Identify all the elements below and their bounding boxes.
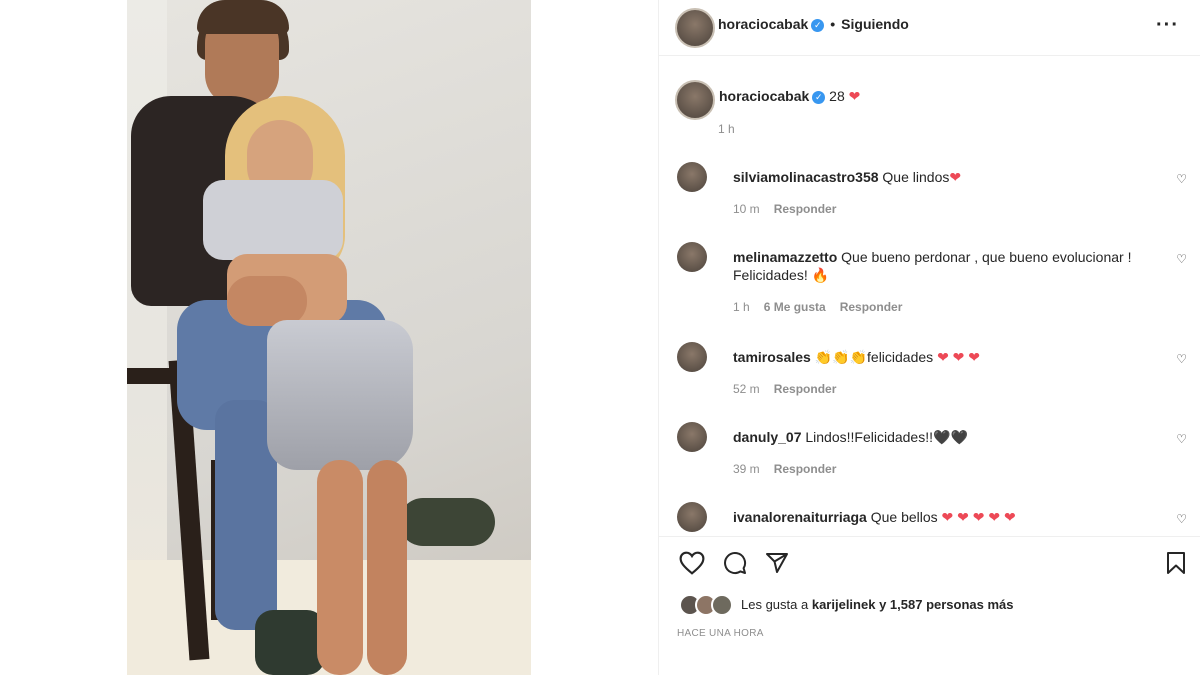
comment-time: 10 m [733,202,760,216]
author-username[interactable]: horaciocabak [718,16,808,32]
likes-text: Les gusta a karijelinek y 1,587 personas… [741,597,1014,612]
photo-woman-leg [317,460,363,675]
commenter-avatar[interactable] [677,502,707,532]
verified-badge-icon: ✓ [812,91,826,104]
reply-button[interactable]: Responder [774,462,837,476]
comment-emoji: ❤ [949,169,962,185]
caption-avatar[interactable] [675,80,715,120]
comment-body: Que bellos [870,509,938,525]
comment-time: 39 m [733,462,760,476]
post-side-panel: horaciocabak ✓ • Siguiendo ··· horaciocabak… [658,0,1200,675]
likes-summary: Les gusta a karijelinek y 1,587 personas… [675,592,1185,620]
action-bar [659,536,1200,588]
post-caption: horaciocabak ✓ 28 ❤ [675,80,1175,150]
comment-like-heart-icon[interactable]: ♡ [1176,172,1187,186]
caption-timestamp: 1 h [718,122,735,136]
comment-body: Lindos!!Felicidades!! [805,429,934,445]
comment-icon[interactable] [723,551,747,580]
likes-prefix: Les gusta a [741,597,809,612]
caption-username[interactable]: horaciocabak [719,88,809,104]
comment-meta: 10 m Responder [733,202,850,216]
photo-woman-top [203,180,343,260]
liker-avatar [711,594,733,616]
comment-body: 👏👏👏felicidades [814,349,934,365]
comment-like-heart-icon[interactable]: ♡ [1176,512,1187,526]
reply-button[interactable]: Responder [840,300,903,314]
photo-man-shoe [255,610,325,675]
liker-username[interactable]: karijelinek [812,597,876,612]
photo-man-shoe [399,498,495,546]
comment-item: silviamolinacastro358 Que lindos❤ 10 m Re… [675,162,1191,222]
photo-woman-skirt [267,320,413,470]
comment-meta: 39 m Responder [733,462,850,476]
comment-emoji: ❤ ❤ ❤ [937,349,981,365]
verified-badge-icon: ✓ [811,19,825,32]
commenter-avatar[interactable] [677,242,707,272]
header-user-line: horaciocabak ✓ • Siguiendo [718,16,909,32]
heart-emoji: ❤ [848,88,861,104]
comment-text: melinamazzetto Que bueno perdonar , que … [733,248,1143,284]
send-icon[interactable] [765,551,789,580]
comment-time: 1 h [733,300,750,314]
commenter-avatar[interactable] [677,422,707,452]
comment-username[interactable]: tamirosales [733,349,811,365]
comment-like-heart-icon[interactable]: ♡ [1176,252,1187,266]
comment-username[interactable]: silviamolinacastro358 [733,169,879,185]
comment-item: tamirosales 👏👏👏felicidades ❤ ❤ ❤ 52 m Res… [675,342,1191,402]
post-header: horaciocabak ✓ • Siguiendo ··· [659,0,1200,56]
likes-count[interactable]: y 1,587 personas más [879,597,1013,612]
reply-button[interactable]: Responder [774,382,837,396]
heart-icon[interactable] [679,551,705,580]
post-timestamp[interactable]: HACE UNA HORA [677,628,764,639]
header-separator: • [830,16,836,32]
comment-meta: 1 h 6 Me gusta Responder [733,300,916,314]
post-media-area [0,0,658,675]
caption-text: horaciocabak ✓ 28 ❤ [719,88,860,105]
post-photo[interactable] [127,0,531,675]
likers-avatar-stack[interactable] [679,594,735,616]
photo-hands [227,276,307,326]
reply-button[interactable]: Responder [774,202,837,216]
following-button[interactable]: Siguiendo [841,16,909,32]
bookmark-icon[interactable] [1165,551,1187,580]
comment-meta: 52 m Responder [733,382,850,396]
comment-like-heart-icon[interactable]: ♡ [1176,432,1187,446]
commenter-avatar[interactable] [677,342,707,372]
author-avatar[interactable] [675,8,715,48]
comment-likes-count[interactable]: 6 Me gusta [764,300,826,314]
comment-text: ivanalorenaiturriaga Que bellos ❤ ❤ ❤ ❤ … [733,508,1143,526]
comment-time: 52 m [733,382,760,396]
comment-like-heart-icon[interactable]: ♡ [1176,352,1187,366]
comment-item: melinamazzetto Que bueno perdonar , que … [675,242,1191,322]
commenter-avatar[interactable] [677,162,707,192]
more-horizontal-icon[interactable]: ··· [1156,14,1179,37]
comment-username[interactable]: ivanalorenaiturriaga [733,509,867,525]
comment-emoji: ❤ ❤ ❤ ❤ ❤ [941,509,1016,525]
comment-body: Que lindos [882,169,950,185]
comment-item: ivanalorenaiturriaga Que bellos ❤ ❤ ❤ ❤ … [675,502,1191,534]
comment-emoji: 🔥 [811,267,830,283]
caption-body: 28 [829,88,845,104]
comment-emoji: 🖤🖤 [933,429,968,445]
photo-man-hair-top [197,0,289,34]
comment-username[interactable]: danuly_07 [733,429,801,445]
comment-item: danuly_07 Lindos!!Felicidades!!🖤🖤 39 m Re… [675,422,1191,482]
comment-text: danuly_07 Lindos!!Felicidades!!🖤🖤 [733,428,1143,446]
photo-woman-leg [367,460,407,675]
comment-text: tamirosales 👏👏👏felicidades ❤ ❤ ❤ [733,348,1143,366]
comment-username[interactable]: melinamazzetto [733,249,837,265]
comment-text: silviamolinacastro358 Que lindos❤ [733,168,1143,186]
